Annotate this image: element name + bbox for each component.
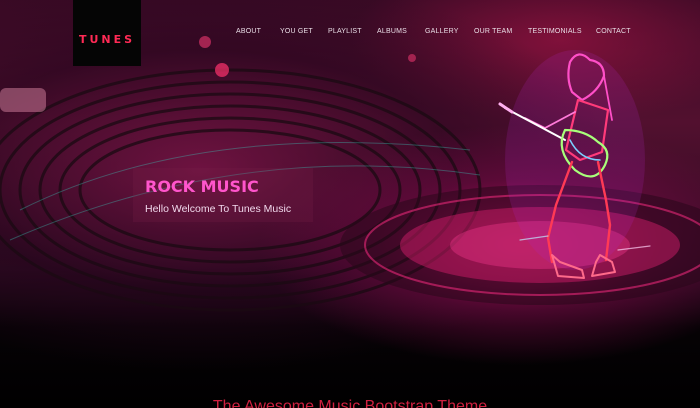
nav-item-gallery[interactable]: GALLERY bbox=[425, 28, 459, 35]
nav-item-albums[interactable]: ALBUMS bbox=[377, 28, 407, 35]
nav-item-you-get[interactable]: YOU GET bbox=[280, 28, 313, 35]
nav-item-about[interactable]: ABOUT bbox=[236, 28, 261, 35]
hero-title: ROCK MUSIC bbox=[145, 177, 259, 196]
nav-item-our-team[interactable]: OUR TEAM bbox=[474, 28, 512, 35]
section-heading: The Awesome Music Bootstrap Theme bbox=[212, 398, 488, 408]
nav-item-testimonials[interactable]: TESTIMONIALS bbox=[528, 28, 582, 35]
main-nav: ABOUT YOU GET PLAYLIST ALBUMS GALLERY OU… bbox=[0, 28, 700, 40]
nav-item-playlist[interactable]: PLAYLIST bbox=[328, 28, 362, 35]
hero-banner: TUNES ABOUT YOU GET PLAYLIST ALBUMS GALL… bbox=[0, 0, 700, 408]
hero-subtitle: Hello Welcome To Tunes Music bbox=[145, 203, 292, 215]
hero-caption: ROCK MUSIC Hello Welcome To Tunes Music bbox=[133, 168, 313, 222]
nav-item-contact[interactable]: CONTACT bbox=[596, 28, 631, 35]
